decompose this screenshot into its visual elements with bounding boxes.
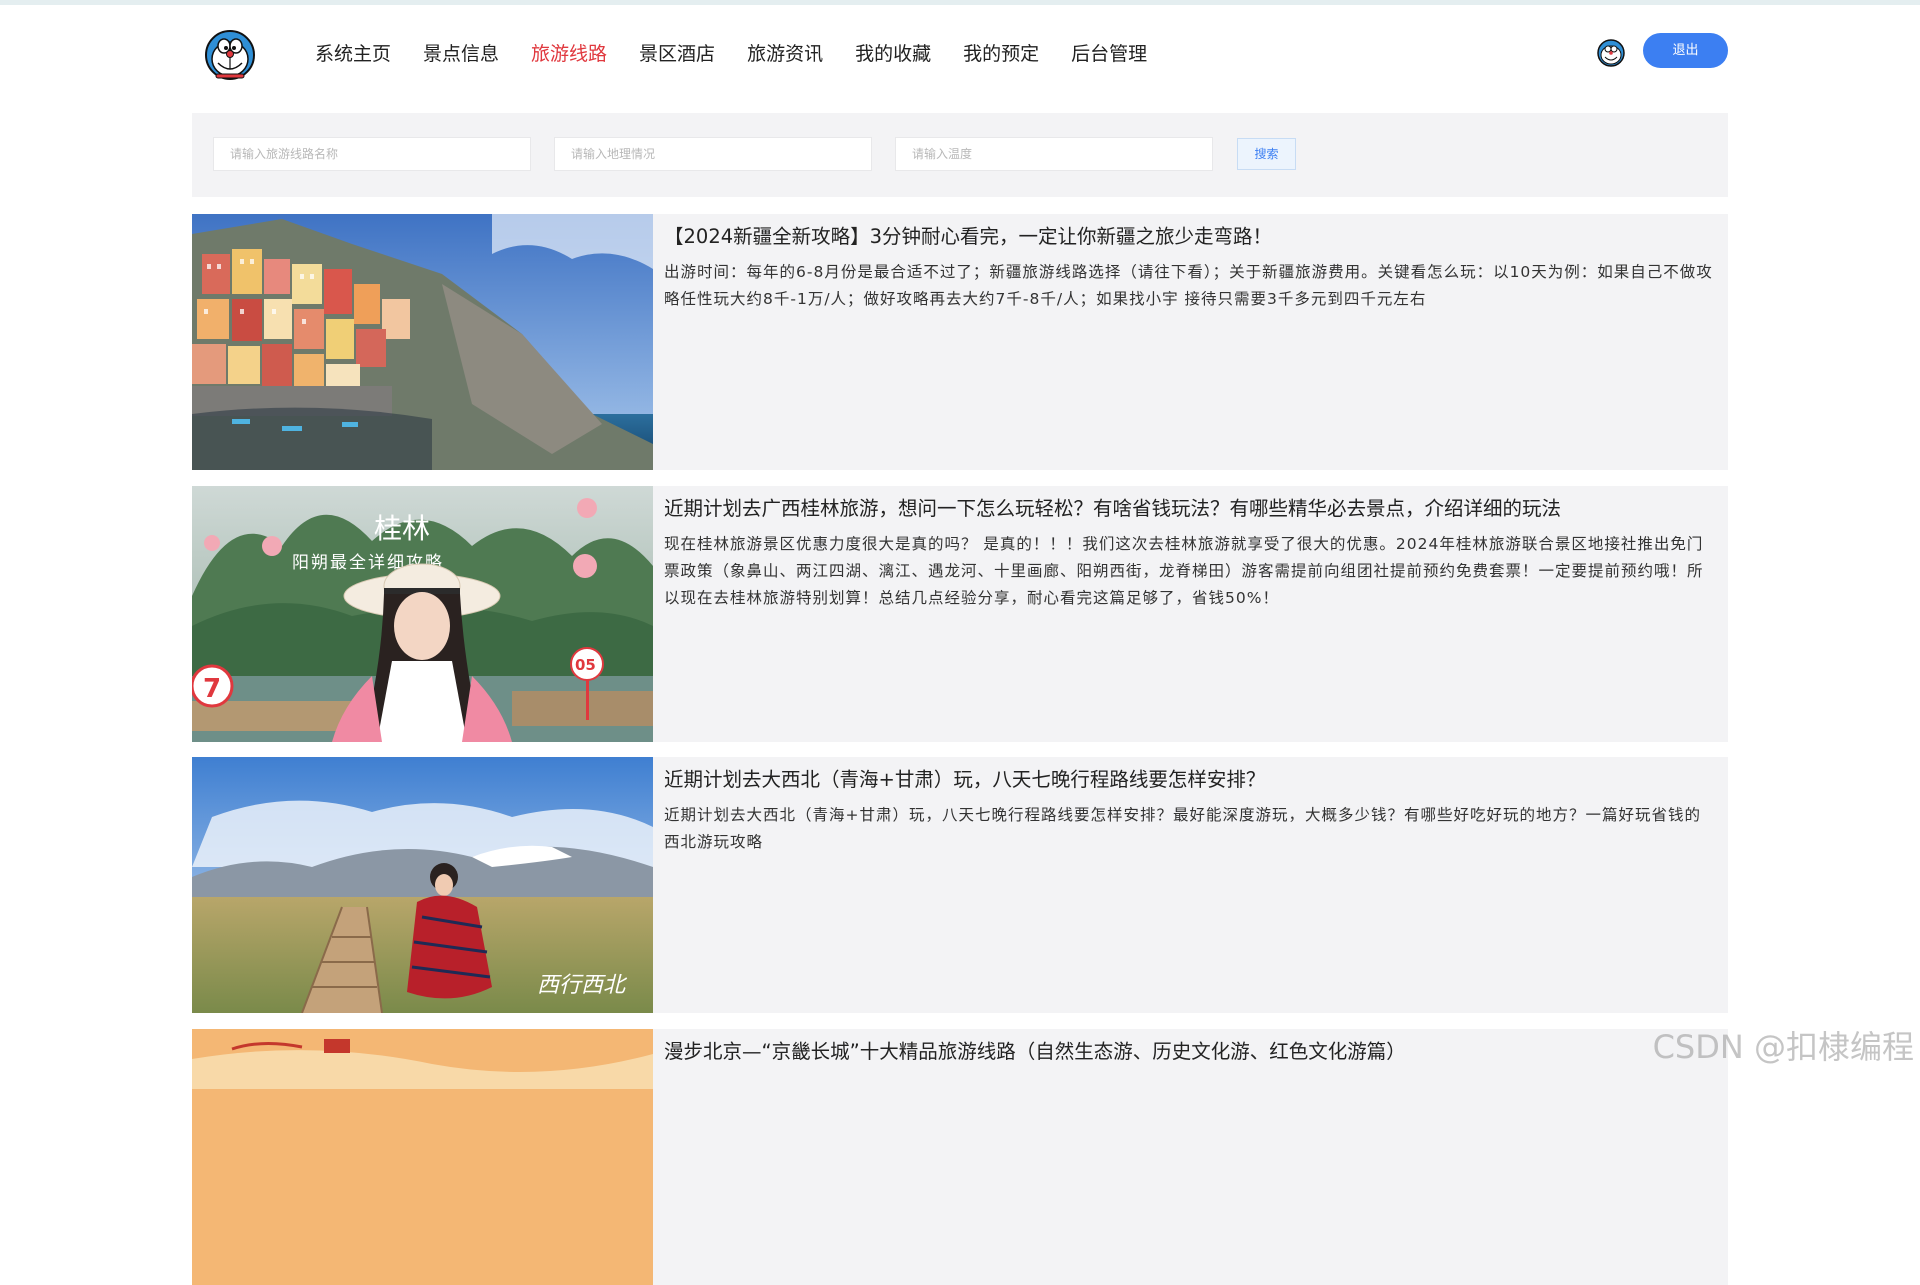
route-title[interactable]: 【2024新疆全新攻略】3分钟耐心看完，一定让你新疆之旅少走弯路！: [664, 222, 1714, 252]
route-name-search-input[interactable]: [213, 137, 531, 171]
guilin-badge-left: 7: [203, 674, 221, 704]
route-title[interactable]: 近期计划去大西北（青海+甘肃）玩，八天七晚行程路线要怎样安排？: [664, 765, 1714, 795]
nav-item-admin[interactable]: 后台管理: [1071, 39, 1147, 69]
route-card[interactable]: 漫步北京—“京畿长城”十大精品旅游线路（自然生态游、历史文化游、红色文化游篇）: [192, 1029, 1728, 1285]
header: 系统主页 景点信息 旅游线路 景区酒店 旅游资讯 我的收藏 我的预定 后台管理 …: [0, 5, 1920, 99]
nav-item-hotels[interactable]: 景区酒店: [639, 39, 715, 69]
route-image[interactable]: 西行西北: [192, 757, 653, 1013]
doraemon-logo-icon[interactable]: [204, 29, 256, 81]
route-description: 现在桂林旅游景区优惠力度很大是真的吗？ 是真的！！！我们这次去桂林旅游就享受了很…: [664, 535, 1704, 607]
geo-search-input[interactable]: [554, 137, 872, 171]
route-title[interactable]: 漫步北京—“京畿长城”十大精品旅游线路（自然生态游、历史文化游、红色文化游篇）: [664, 1037, 1714, 1067]
nav-item-news[interactable]: 旅游资讯: [747, 39, 823, 69]
route-image[interactable]: [192, 214, 653, 470]
route-description: 出游时间：每年的6-8月份是最合适不过了；新疆旅游线路选择（请往下看）；关于新疆…: [664, 263, 1713, 308]
csdn-watermark: CSDN @扣棣编程: [1652, 1028, 1914, 1066]
guilin-image-title: 桂林: [374, 512, 430, 545]
nav-item-favorites[interactable]: 我的收藏: [855, 39, 931, 69]
main-nav: 系统主页 景点信息 旅游线路 景区酒店 旅游资讯 我的收藏 我的预定 后台管理: [315, 39, 1179, 69]
route-image[interactable]: 桂林 阳朔最全详细攻略 7 05: [192, 486, 653, 742]
route-title[interactable]: 近期计划去广西桂林旅游，想问一下怎么玩轻松？有啥省钱玩法？有哪些精华必去景点，介…: [664, 494, 1714, 524]
temperature-search-input[interactable]: [895, 137, 1213, 171]
search-button[interactable]: 搜索: [1237, 138, 1296, 170]
route-image[interactable]: [192, 1029, 653, 1285]
nav-item-bookings[interactable]: 我的预定: [963, 39, 1039, 69]
route-card[interactable]: 西行西北 近期计划去大西北（青海+甘肃）玩，八天七晚行程路线要怎样安排？ 近期计…: [192, 757, 1728, 1013]
nav-item-routes[interactable]: 旅游线路: [531, 39, 607, 69]
search-panel: 搜索: [192, 113, 1728, 197]
route-card[interactable]: 【2024新疆全新攻略】3分钟耐心看完，一定让你新疆之旅少走弯路！ 出游时间：每…: [192, 214, 1728, 470]
logout-button[interactable]: 退出: [1643, 33, 1728, 68]
route-description: 近期计划去大西北（青海+甘肃）玩，八天七晚行程路线要怎样安排？最好能深度游玩，大…: [664, 806, 1701, 851]
doraemon-avatar-icon[interactable]: [1597, 39, 1625, 67]
nav-item-home[interactable]: 系统主页: [315, 39, 391, 69]
northwest-image-caption: 西行西北: [537, 973, 628, 998]
guilin-badge-right: 05: [575, 656, 596, 674]
route-card[interactable]: 桂林 阳朔最全详细攻略 7 05 近期计划去广西桂林旅游，想问一下怎么玩轻松？有…: [192, 486, 1728, 742]
nav-item-attractions[interactable]: 景点信息: [423, 39, 499, 69]
